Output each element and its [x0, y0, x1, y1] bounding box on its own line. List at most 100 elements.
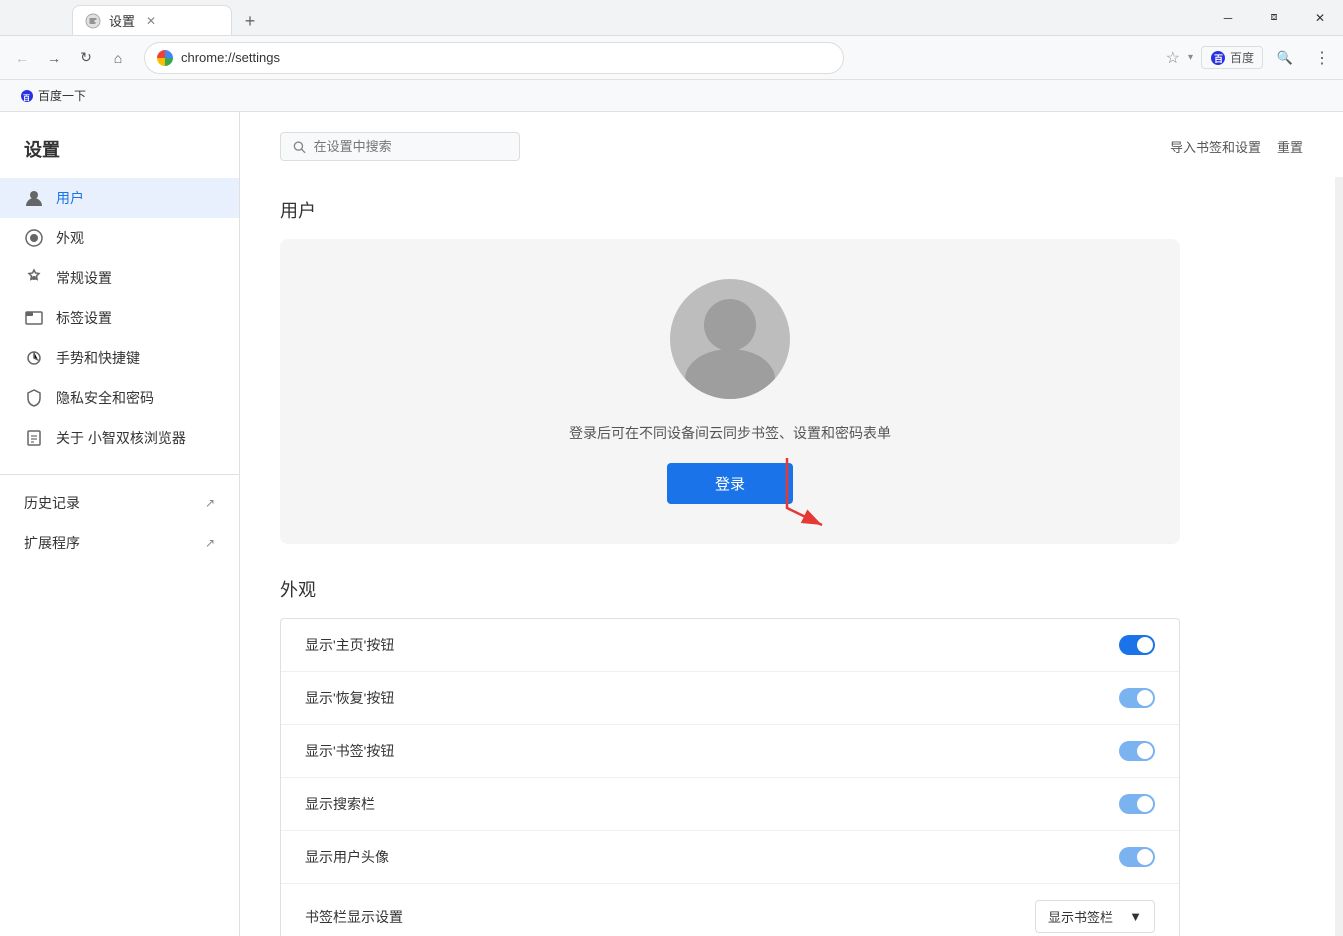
avatar-head [704, 299, 756, 351]
toggle-avatar[interactable] [1119, 847, 1155, 867]
settings-search-header: 导入书签和设置 重置 [240, 112, 1343, 177]
forward-button[interactable]: → [40, 44, 68, 72]
login-button[interactable]: 登录 [667, 463, 793, 504]
sidebar-item-gestures[interactable]: 手势和快捷键 [0, 338, 239, 378]
dropdown-row-bookmarksbar: 书签栏显示设置 显示书签栏 ▼ [281, 884, 1179, 936]
sidebar-item-tabs[interactable]: 标签设置 [0, 298, 239, 338]
baidu-label: 百度 [1230, 49, 1254, 66]
tab-title: 设置 [109, 11, 135, 30]
toggle-home[interactable] [1119, 635, 1155, 655]
sidebar-item-about[interactable]: 关于 小智双核浏览器 [0, 418, 239, 458]
appearance-icon [24, 228, 44, 248]
tabs-icon [24, 308, 44, 328]
toggle-avatar-label: 显示用户头像 [305, 847, 389, 867]
minimize-button[interactable]: ─ [1205, 2, 1251, 34]
home-button[interactable]: ⌂ [104, 44, 132, 72]
content-area: 用户 登录后可在不同设备间云同步书签、设置和密码表单 登录 [240, 177, 1343, 936]
toggle-row-home: 显示'主页'按钮 [281, 619, 1179, 672]
about-icon [24, 428, 44, 448]
user-icon [24, 188, 44, 208]
tab-favicon [85, 13, 101, 29]
active-tab[interactable]: 设置 ✕ [72, 5, 232, 35]
reset-button[interactable]: 重置 [1277, 137, 1303, 156]
search-input[interactable] [314, 139, 507, 154]
star-dropdown[interactable]: ▾ [1188, 52, 1193, 63]
dropdown-chevron-icon: ▼ [1129, 909, 1142, 924]
settings-title: 设置 [0, 128, 239, 178]
svg-text:百: 百 [23, 94, 30, 102]
import-settings-button[interactable]: 导入书签和设置 [1170, 137, 1261, 156]
sidebar-general-label: 常规设置 [56, 268, 112, 288]
restore-button[interactable]: ⧈ [1251, 2, 1297, 34]
history-label: 历史记录 [24, 493, 80, 513]
toggle-restore-label: 显示'恢复'按钮 [305, 688, 394, 708]
search-button[interactable]: 🔍 [1271, 44, 1299, 72]
search-icon [293, 140, 306, 154]
menu-button[interactable]: ⋮ [1307, 44, 1335, 72]
privacy-icon [24, 388, 44, 408]
toggle-restore[interactable] [1119, 688, 1155, 708]
nav-right-actions: ☆ ▾ 百 百度 🔍 ⋮ [1166, 44, 1335, 72]
dropdown-value: 显示书签栏 [1048, 907, 1113, 926]
sidebar-item-appearance[interactable]: 外观 [0, 218, 239, 258]
sidebar-item-privacy[interactable]: 隐私安全和密码 [0, 378, 239, 418]
address-favicon [157, 50, 173, 66]
toggle-row-searchbar: 显示搜索栏 [281, 778, 1179, 831]
toggle-row-bookmark: 显示'书签'按钮 [281, 725, 1179, 778]
extensions-label: 扩展程序 [24, 533, 80, 553]
toggle-home-label: 显示'主页'按钮 [305, 635, 394, 655]
toggle-row-avatar: 显示用户头像 [281, 831, 1179, 884]
toggle-searchbar[interactable] [1119, 794, 1155, 814]
main-content: 设置 用户 外观 常规设置 [0, 112, 1343, 936]
gestures-icon [24, 348, 44, 368]
sidebar-links-section: 历史记录 ↗ 扩展程序 ↗ [0, 474, 239, 563]
bookmarksbar-display-label: 书签栏显示设置 [305, 907, 403, 927]
window-controls: ─ ⧈ ✕ [1205, 2, 1343, 34]
sidebar-extensions-link[interactable]: 扩展程序 ↗ [0, 523, 239, 563]
tab-close-button[interactable]: ✕ [143, 13, 159, 29]
settings-search-box[interactable] [280, 132, 520, 161]
bookmarksbar-dropdown[interactable]: 显示书签栏 ▼ [1035, 900, 1155, 933]
sidebar-item-general[interactable]: 常规设置 [0, 258, 239, 298]
refresh-button[interactable]: ↻ [72, 44, 100, 72]
header-actions: 导入书签和设置 重置 [1170, 137, 1303, 156]
appearance-settings-card: 显示'主页'按钮 显示'恢复'按钮 显示'书签'按钮 显示搜索栏 [280, 618, 1180, 936]
new-tab-button[interactable]: + [236, 7, 264, 35]
avatar-body [685, 349, 775, 399]
avatar-placeholder [670, 279, 790, 399]
baidu-search-button[interactable]: 百 百度 [1201, 46, 1263, 69]
toggle-bookmark-label: 显示'书签'按钮 [305, 741, 394, 761]
appearance-section-title: 外观 [280, 576, 1180, 602]
scrollbar-track[interactable] [1335, 112, 1343, 936]
settings-content: 导入书签和设置 重置 用户 登录后可在不同设备间云同步书签、设置和密码表 [240, 112, 1343, 936]
sidebar-about-label: 关于 小智双核浏览器 [56, 428, 186, 448]
sidebar-privacy-label: 隐私安全和密码 [56, 388, 154, 408]
title-bar: 设置 ✕ + ─ ⧈ ✕ [0, 0, 1343, 36]
sidebar-history-link[interactable]: 历史记录 ↗ [0, 483, 239, 523]
address-bar[interactable]: chrome://settings [144, 42, 844, 74]
address-text: chrome://settings [181, 50, 831, 65]
user-card-description: 登录后可在不同设备间云同步书签、设置和密码表单 [569, 423, 891, 443]
user-card: 登录后可在不同设备间云同步书签、设置和密码表单 登录 [280, 239, 1180, 544]
bookmarks-bar: 百 百度一下 [0, 80, 1343, 112]
toggle-bookmark[interactable] [1119, 741, 1155, 761]
tab-strip: 设置 ✕ + [0, 0, 1205, 35]
general-icon [24, 268, 44, 288]
bookmark-baidu[interactable]: 百 百度一下 [12, 85, 94, 106]
history-external-icon: ↗ [205, 496, 215, 510]
bookmark-label: 百度一下 [38, 87, 86, 104]
sidebar-tabs-label: 标签设置 [56, 308, 112, 328]
browser-window: 设置 ✕ + ─ ⧈ ✕ ← → ↻ ⌂ chrome://settings ☆… [0, 0, 1343, 936]
sidebar-gestures-label: 手势和快捷键 [56, 348, 140, 368]
nav-bar: ← → ↻ ⌂ chrome://settings ☆ ▾ 百 百度 🔍 ⋮ [0, 36, 1343, 80]
back-button[interactable]: ← [8, 44, 36, 72]
toggle-row-restore: 显示'恢复'按钮 [281, 672, 1179, 725]
sidebar-item-user[interactable]: 用户 [0, 178, 239, 218]
appearance-section: 外观 显示'主页'按钮 显示'恢复'按钮 显示'书签'按钮 [280, 576, 1180, 936]
star-button[interactable]: ☆ [1166, 48, 1180, 68]
user-section: 用户 登录后可在不同设备间云同步书签、设置和密码表单 登录 [280, 197, 1303, 544]
toggle-searchbar-label: 显示搜索栏 [305, 794, 375, 814]
sidebar: 设置 用户 外观 常规设置 [0, 112, 240, 936]
close-button[interactable]: ✕ [1297, 2, 1343, 34]
user-section-title: 用户 [280, 197, 1303, 223]
